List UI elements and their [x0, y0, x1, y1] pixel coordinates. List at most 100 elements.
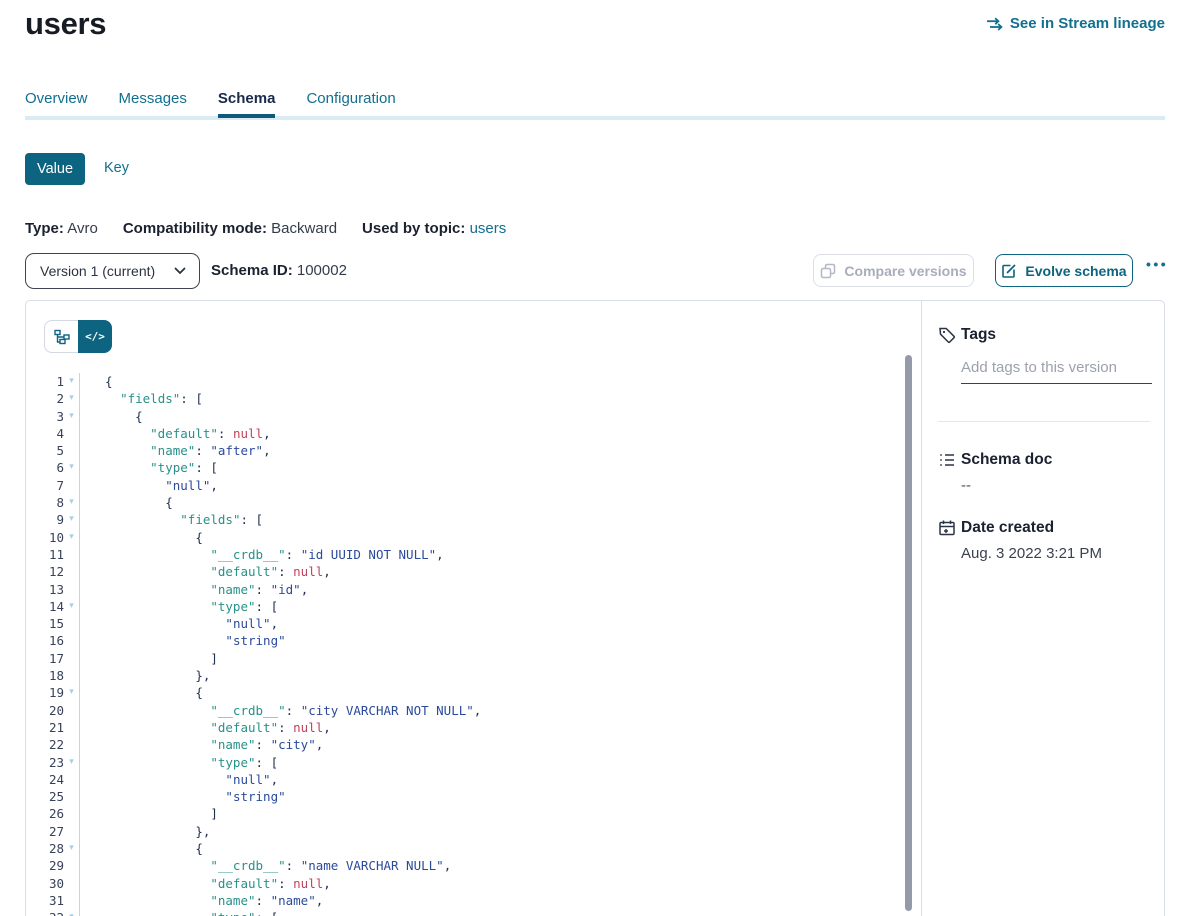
fold-spacer — [64, 563, 79, 580]
line-number: 16 — [26, 632, 64, 649]
code-text: "__crdb__": "id UUID NOT NULL", — [79, 546, 902, 563]
line-number: 30 — [26, 875, 64, 892]
code-view-button[interactable]: </> — [78, 320, 112, 353]
fold-spacer — [64, 581, 79, 598]
line-number: 18 — [26, 667, 64, 684]
stream-lineage-link[interactable]: See in Stream lineage — [986, 15, 1165, 32]
tree-view-button[interactable] — [44, 320, 78, 353]
code-text: }, — [79, 667, 902, 684]
fold-arrow-icon[interactable]: ▾ — [64, 511, 79, 528]
fold-arrow-icon[interactable]: ▾ — [64, 529, 79, 546]
add-tags-input[interactable] — [961, 359, 1152, 384]
fold-spacer — [64, 875, 79, 892]
fold-arrow-icon[interactable]: ▾ — [64, 373, 79, 390]
code-text: "name": "name", — [79, 892, 902, 909]
code-area[interactable]: 1▾{2▾ "fields": [3▾ {4 "default": null,5… — [26, 373, 902, 916]
code-line: 27 }, — [26, 823, 902, 840]
key-toggle-button[interactable]: Key — [104, 160, 129, 176]
code-text: "type": [ — [79, 459, 902, 476]
stream-lineage-label: See in Stream lineage — [1010, 15, 1165, 32]
code-text: "string" — [79, 632, 902, 649]
code-text: { — [79, 840, 902, 857]
more-options-button[interactable]: ••• — [1146, 256, 1168, 272]
used-by-topic-label: Used by topic: — [362, 220, 465, 237]
fold-arrow-icon[interactable]: ▾ — [64, 840, 79, 857]
code-text: "type": [ — [79, 909, 902, 916]
code-line: 21 "default": null, — [26, 719, 902, 736]
code-line: 13 "name": "id", — [26, 581, 902, 598]
topic-link[interactable]: users — [470, 220, 507, 237]
date-created-title: Date created — [961, 519, 1054, 537]
line-number: 9 — [26, 511, 64, 528]
tab-overview[interactable]: Overview — [25, 90, 88, 114]
line-number: 19 — [26, 684, 64, 701]
code-text: "default": null, — [79, 425, 902, 442]
code-text: "null", — [79, 477, 902, 494]
code-line: 26 ] — [26, 805, 902, 822]
code-line: 29 "__crdb__": "name VARCHAR NULL", — [26, 857, 902, 874]
tab-messages[interactable]: Messages — [119, 90, 187, 114]
type-value: Avro — [67, 220, 98, 237]
line-number: 26 — [26, 805, 64, 822]
tabs-underline-track — [25, 116, 1165, 120]
edit-icon — [1001, 263, 1017, 279]
compare-versions-button[interactable]: Compare versions — [813, 254, 974, 287]
code-line: 15 "null", — [26, 615, 902, 632]
line-number: 7 — [26, 477, 64, 494]
code-text: "string" — [79, 788, 902, 805]
code-line: 20 "__crdb__": "city VARCHAR NOT NULL", — [26, 702, 902, 719]
code-text: }, — [79, 823, 902, 840]
date-created-value: Aug. 3 2022 3:21 PM — [961, 545, 1102, 562]
version-select[interactable]: Version 1 (current) — [25, 253, 200, 289]
evolve-schema-button[interactable]: Evolve schema — [995, 254, 1133, 287]
code-text: "type": [ — [79, 598, 902, 615]
tab-configuration[interactable]: Configuration — [306, 90, 395, 114]
line-number: 21 — [26, 719, 64, 736]
line-number: 12 — [26, 563, 64, 580]
line-number: 2 — [26, 390, 64, 407]
code-text: { — [79, 494, 902, 511]
schema-id-value: 100002 — [297, 262, 347, 279]
line-number: 15 — [26, 615, 64, 632]
code-line: 22 "name": "city", — [26, 736, 902, 753]
fold-arrow-icon[interactable]: ▾ — [64, 459, 79, 476]
line-number: 25 — [26, 788, 64, 805]
fold-arrow-icon[interactable]: ▾ — [64, 390, 79, 407]
line-number: 23 — [26, 754, 64, 771]
code-text: ] — [79, 650, 902, 667]
code-text: "default": null, — [79, 719, 902, 736]
list-icon — [938, 451, 956, 469]
line-number: 31 — [26, 892, 64, 909]
code-text: "name": "id", — [79, 581, 902, 598]
code-line: 17 ] — [26, 650, 902, 667]
fold-spacer — [64, 442, 79, 459]
code-line: 18 }, — [26, 667, 902, 684]
code-line: 7 "null", — [26, 477, 902, 494]
tree-view-icon — [54, 329, 70, 345]
fold-arrow-icon[interactable]: ▾ — [64, 598, 79, 615]
code-text: "fields": [ — [79, 390, 902, 407]
fold-spacer — [64, 788, 79, 805]
fold-arrow-icon[interactable]: ▾ — [64, 909, 79, 916]
editor-scrollbar-thumb[interactable] — [903, 353, 914, 913]
tab-schema[interactable]: Schema — [218, 90, 276, 114]
schema-editor: </> 1▾{2▾ "fields": [3▾ {4 "default": nu… — [26, 301, 922, 916]
evolve-schema-label: Evolve schema — [1025, 263, 1126, 279]
fold-arrow-icon[interactable]: ▾ — [64, 684, 79, 701]
code-line: 8▾ { — [26, 494, 902, 511]
type-field: Type: Avro — [25, 220, 98, 237]
fold-spacer — [64, 805, 79, 822]
fold-arrow-icon[interactable]: ▾ — [64, 494, 79, 511]
fold-spacer — [64, 615, 79, 632]
value-toggle-button[interactable]: Value — [25, 153, 85, 185]
line-number: 8 — [26, 494, 64, 511]
fold-arrow-icon[interactable]: ▾ — [64, 408, 79, 425]
code-line: 25 "string" — [26, 788, 902, 805]
code-text: "default": null, — [79, 563, 902, 580]
fold-arrow-icon[interactable]: ▾ — [64, 754, 79, 771]
fold-spacer — [64, 425, 79, 442]
line-number: 32 — [26, 909, 64, 916]
compatibility-label: Compatibility mode: — [123, 220, 267, 237]
line-number: 11 — [26, 546, 64, 563]
code-text: "null", — [79, 771, 902, 788]
